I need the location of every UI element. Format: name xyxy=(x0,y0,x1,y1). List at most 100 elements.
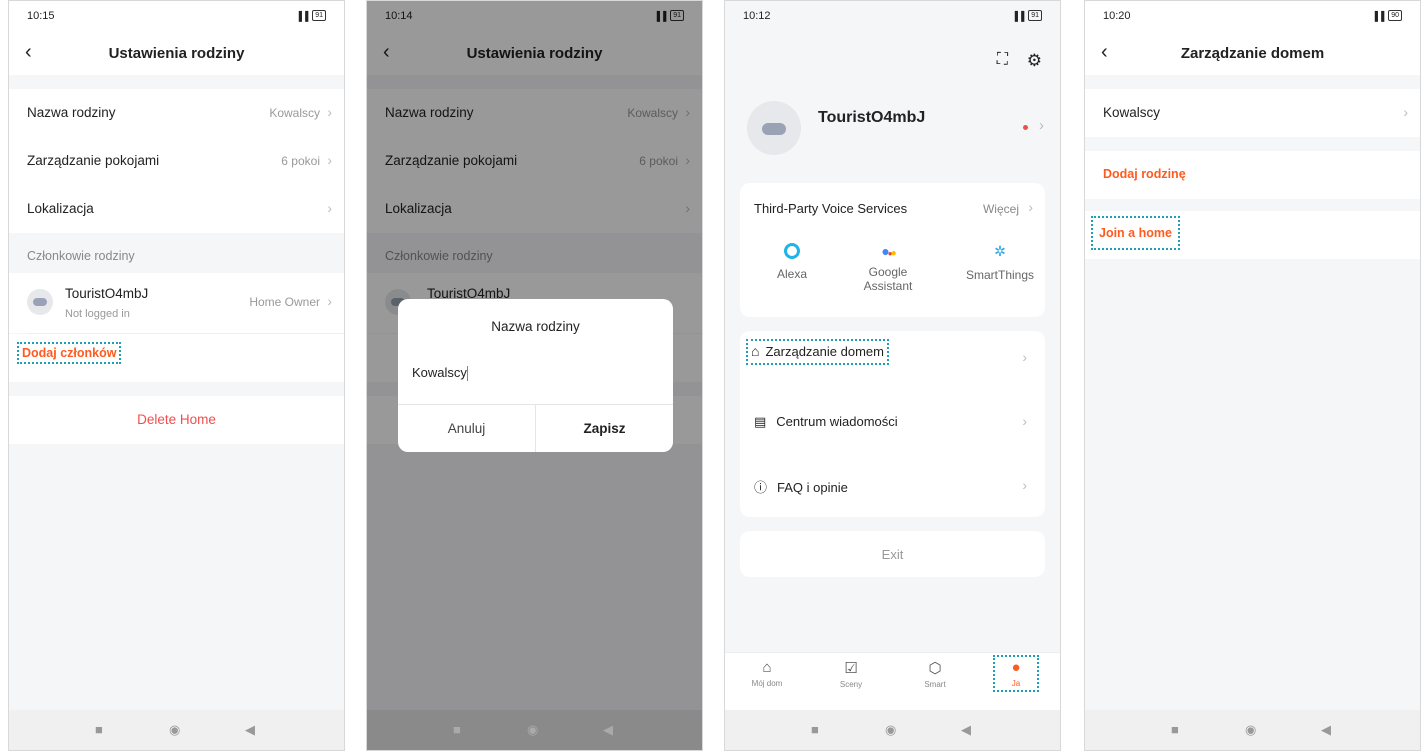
status-bar: 10:12 ▐▐ 91 xyxy=(725,1,1060,31)
recent-apps-icon[interactable]: ■ xyxy=(95,722,103,737)
chevron-right-icon: › xyxy=(327,104,332,120)
bottom-tab-bar: ⌂ Mój dom ☑ Sceny ⬡ Smart ● Ja xyxy=(725,652,1060,710)
members-section-label: Członkowie rodziny xyxy=(27,249,135,263)
home-icon[interactable]: ◉ xyxy=(1245,722,1256,738)
save-button[interactable]: Zapisz xyxy=(535,405,673,452)
home-name: Kowalscy xyxy=(1103,105,1161,120)
chevron-right-icon: › xyxy=(327,293,332,309)
system-nav-bar: ■ ◉ ◀ xyxy=(1085,710,1420,750)
home-icon[interactable]: ◉ xyxy=(527,722,538,738)
row-label: Lokalizacja xyxy=(27,201,94,216)
join-home-row: Join a home xyxy=(1085,211,1420,259)
exit-card: Exit xyxy=(740,531,1045,577)
member-row[interactable]: TouristO4mbJ Not logged in Home Owner › xyxy=(9,273,344,333)
join-home-button[interactable]: Join a home xyxy=(1091,216,1180,250)
row-location[interactable]: Lokalizacja › xyxy=(9,185,344,233)
chevron-right-icon: › xyxy=(1403,104,1408,120)
menu-item-home-management[interactable]: ⌂ Zarządzanie domem xyxy=(746,339,889,365)
row-value: 6 pokoi xyxy=(281,154,320,168)
status-bar: 10:20 ▐▐ 90 xyxy=(1085,1,1420,31)
system-nav-bar: ■ ◉ ◀ xyxy=(725,710,1060,750)
house-icon: ⌂ xyxy=(751,343,760,359)
delete-home-row: Delete Home xyxy=(9,396,344,444)
back-triangle-icon[interactable]: ◀ xyxy=(245,722,255,738)
battery-icon: 90 xyxy=(1388,10,1402,21)
add-members-row: Dodaj członków xyxy=(9,334,344,382)
member-name: TouristO4mbJ xyxy=(65,286,149,301)
tab-scenes[interactable]: ☑ Sceny xyxy=(823,659,879,689)
smartthings-item[interactable]: ✲ SmartThings xyxy=(960,243,1040,282)
menu-item-message-center[interactable]: ▤ Centrum wiadomości xyxy=(754,413,898,431)
chevron-right-icon: › xyxy=(1028,199,1033,215)
home-icon[interactable]: ◉ xyxy=(169,722,180,738)
google-assistant-icon: ●●● xyxy=(881,243,896,259)
row-label: Nazwa rodziny xyxy=(27,105,116,120)
recent-apps-icon[interactable]: ■ xyxy=(453,722,461,737)
scan-icon[interactable]: ⛶ xyxy=(997,51,1008,69)
message-icon: ▤ xyxy=(754,414,767,429)
screen-rename-dialog: 10:14 ▐▐ 91 ‹ Ustawienia rodziny Nazwa r… xyxy=(366,0,703,751)
member-role: Home Owner xyxy=(249,295,320,309)
home-icon[interactable]: ◉ xyxy=(885,722,896,738)
back-triangle-icon[interactable]: ◀ xyxy=(1321,722,1331,738)
add-members-button[interactable]: Dodaj członków xyxy=(17,342,122,364)
avatar[interactable] xyxy=(747,101,801,155)
profile-tab-icon: ● xyxy=(1011,659,1021,676)
help-icon: ⓘ xyxy=(754,480,768,495)
row-room-management[interactable]: Zarządzanie pokojami 6 pokoi › xyxy=(9,137,344,185)
dialog-buttons: Anuluj Zapisz xyxy=(398,404,673,452)
system-nav-bar: ■ ◉ ◀ xyxy=(367,710,702,750)
text-caret xyxy=(466,366,469,382)
google-assistant-label: Google Assistant xyxy=(863,265,913,293)
avatar xyxy=(27,289,53,315)
more-link[interactable]: Więcej xyxy=(983,202,1019,216)
recent-apps-icon[interactable]: ■ xyxy=(811,722,819,737)
notification-dot xyxy=(1023,125,1028,130)
chevron-right-icon: › xyxy=(1022,477,1027,493)
status-time: 10:15 xyxy=(27,10,55,22)
home-tab-icon: ⌂ xyxy=(762,659,772,676)
menu-item-label: FAQ i opinie xyxy=(777,480,848,495)
alexa-icon xyxy=(784,243,800,259)
alexa-label: Alexa xyxy=(776,267,808,281)
chevron-right-icon: › xyxy=(1022,413,1027,429)
header: ‹ Ustawienia rodziny xyxy=(9,31,344,75)
status-icons: ▐▐ 90 xyxy=(1371,10,1402,21)
scenes-tab-icon: ☑ xyxy=(844,660,858,677)
dialog-title: Nazwa rodziny xyxy=(491,319,580,334)
smartthings-label: SmartThings xyxy=(965,268,1035,282)
delete-home-button[interactable]: Delete Home xyxy=(9,412,344,427)
screen-profile: 10:12 ▐▐ 91 ⛶ ⚙ TouristO4mbJ › Third-Par… xyxy=(724,0,1061,751)
google-assistant-item[interactable]: ●●● Google Assistant xyxy=(848,243,928,293)
row-family-name[interactable]: Nazwa rodziny Kowalscy › xyxy=(9,89,344,137)
tab-my-home[interactable]: ⌂ Mój dom xyxy=(739,659,795,688)
family-name-input[interactable]: Kowalscy xyxy=(412,365,469,382)
settings-icon[interactable]: ⚙ xyxy=(1027,51,1042,71)
chevron-right-icon: › xyxy=(327,200,332,216)
add-home-button[interactable]: Dodaj rodzinę xyxy=(1103,167,1186,181)
cancel-button[interactable]: Anuluj xyxy=(398,405,535,452)
alexa-item[interactable]: Alexa xyxy=(752,243,832,281)
menu-item-label: Zarządzanie domem xyxy=(765,344,884,359)
tab-me[interactable]: ● Ja xyxy=(993,655,1039,692)
status-time: 10:12 xyxy=(743,10,771,22)
voice-services-card: Third-Party Voice Services Więcej › Alex… xyxy=(740,183,1045,317)
page-title: Zarządzanie domem xyxy=(1180,45,1325,62)
row-label: Zarządzanie pokojami xyxy=(27,153,160,168)
status-icons: ▐▐ 91 xyxy=(295,10,326,21)
status-icons: ▐▐ 91 xyxy=(1011,10,1042,21)
back-triangle-icon[interactable]: ◀ xyxy=(961,722,971,738)
home-item[interactable]: Kowalscy › xyxy=(1085,89,1420,137)
screen-family-settings: 10:15 ▐▐ 91 ‹ Ustawienia rodziny Nazwa r… xyxy=(8,0,345,751)
chevron-right-icon[interactable]: › xyxy=(1039,117,1044,134)
exit-button[interactable]: Exit xyxy=(740,547,1045,562)
tab-smart[interactable]: ⬡ Smart xyxy=(907,659,963,689)
status-time: 10:20 xyxy=(1103,10,1131,22)
menu-item-faq[interactable]: ⓘ FAQ i opinie xyxy=(754,477,848,497)
recent-apps-icon[interactable]: ■ xyxy=(1171,722,1179,737)
back-triangle-icon[interactable]: ◀ xyxy=(603,722,613,738)
voice-services-title: Third-Party Voice Services xyxy=(754,201,908,216)
username[interactable]: TouristO4mbJ xyxy=(818,109,925,127)
screen-home-management: 10:20 ▐▐ 90 ‹ Zarządzanie domem Kowalscy… xyxy=(1084,0,1421,751)
header: ‹ Zarządzanie domem xyxy=(1085,31,1420,75)
